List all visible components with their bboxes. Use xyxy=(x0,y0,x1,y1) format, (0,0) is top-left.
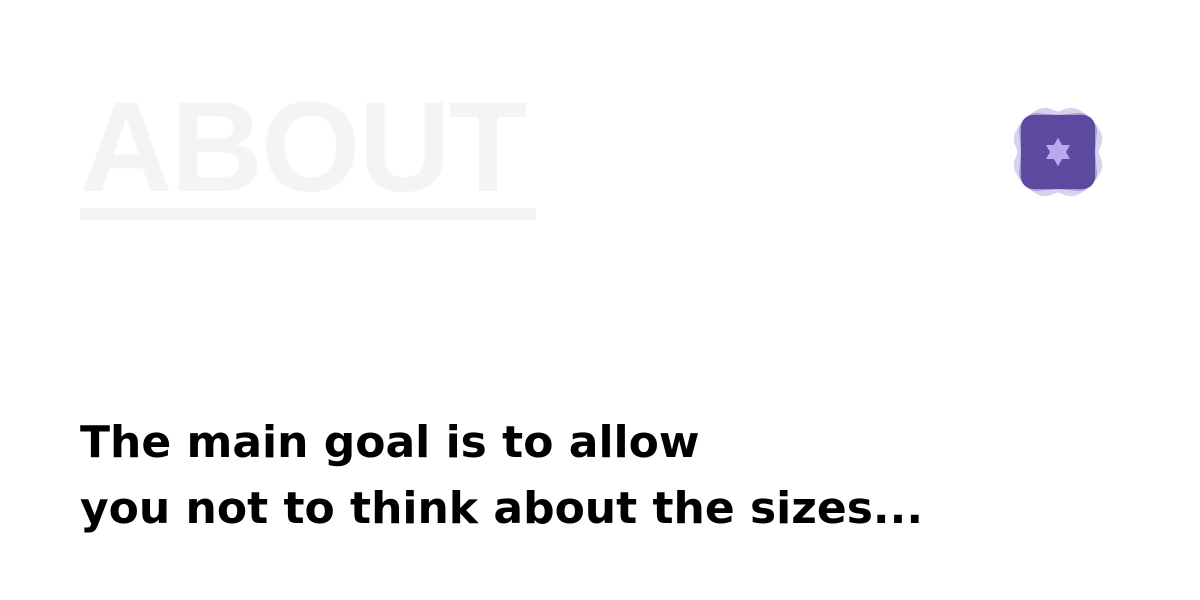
tagline-line-1: The main goal is to allow xyxy=(80,417,700,468)
page-title: ABOUT xyxy=(80,76,527,219)
logo xyxy=(1008,102,1108,202)
heading-block: ABOUT xyxy=(80,76,536,220)
tagline-line-2: you not to think about the sizes... xyxy=(80,483,924,534)
star-badge-icon xyxy=(1013,107,1103,197)
title-underline xyxy=(80,208,536,220)
tagline: The main goal is to allow you not to thi… xyxy=(80,410,1120,542)
